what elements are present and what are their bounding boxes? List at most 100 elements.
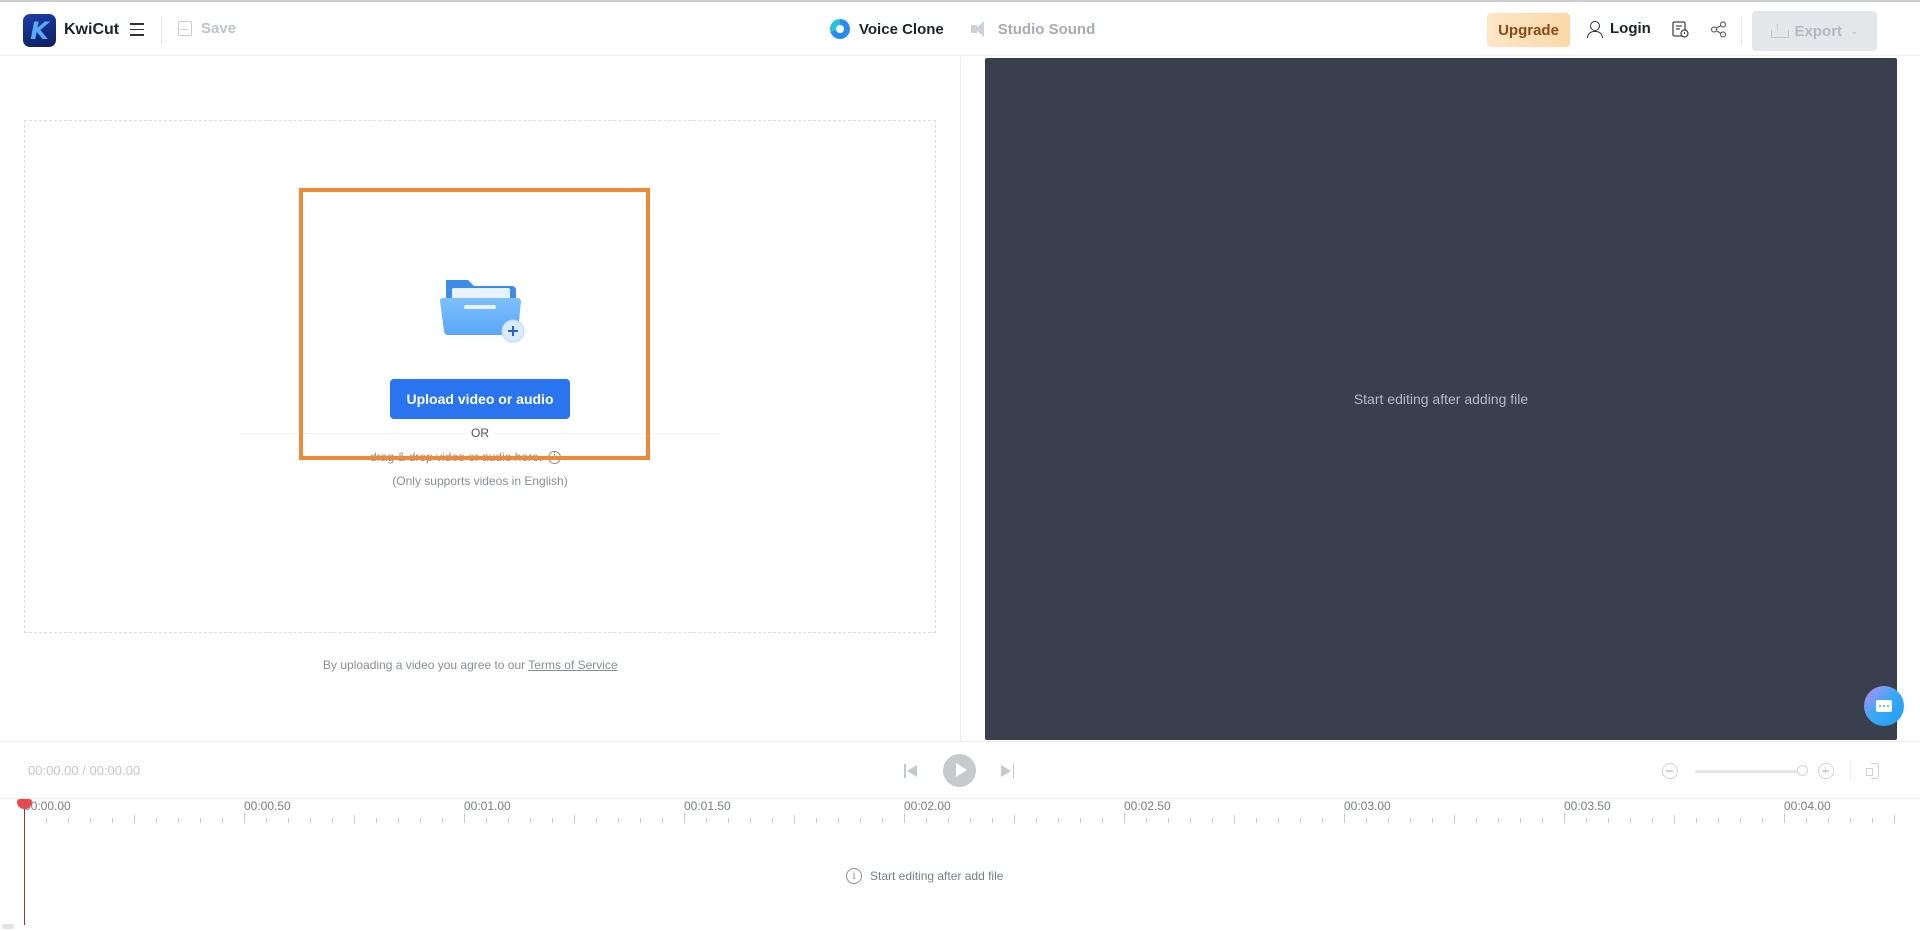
ruler-tick xyxy=(1520,818,1521,823)
export-label: Export xyxy=(1794,22,1843,40)
chat-support-button[interactable] xyxy=(1864,686,1904,726)
ruler-tick xyxy=(552,818,553,823)
ruler-tick xyxy=(398,818,399,823)
divider xyxy=(1850,760,1851,782)
ruler-label: 00:03.50 xyxy=(1564,799,1611,813)
ruler-tick xyxy=(1366,818,1367,823)
ruler-tick xyxy=(728,818,729,823)
ruler-tick xyxy=(1256,818,1257,823)
ruler-tick xyxy=(1784,813,1785,823)
time-display: 00:00.00 / 00:00.00 xyxy=(28,763,140,778)
ruler-label: 00:02.00 xyxy=(904,799,951,813)
ruler-tick xyxy=(838,818,839,823)
ruler-tick xyxy=(1388,818,1389,823)
ruler-tick xyxy=(178,818,179,823)
play-button[interactable] xyxy=(943,754,976,787)
ruler-tick xyxy=(1608,818,1609,823)
video-preview: Start editing after adding file xyxy=(985,58,1897,740)
ruler-tick xyxy=(860,818,861,823)
zoom-out-icon[interactable] xyxy=(1662,763,1678,779)
ruler-tick xyxy=(486,818,487,823)
ruler-tick xyxy=(1278,818,1279,823)
hamburger-menu-icon[interactable] xyxy=(130,23,144,36)
ruler-label: 00:01.50 xyxy=(684,799,731,813)
ruler-tick xyxy=(1696,818,1697,823)
ruler-tick xyxy=(948,818,949,823)
info-icon: i xyxy=(846,868,862,884)
ruler-tick xyxy=(1806,818,1807,823)
skip-back-icon[interactable] xyxy=(904,764,918,778)
ruler-label: 00:03.00 xyxy=(1344,799,1391,813)
ruler-tick xyxy=(618,818,619,823)
ruler-tick xyxy=(310,818,311,823)
history-icon[interactable] xyxy=(1672,21,1689,38)
ruler-tick xyxy=(376,818,377,823)
skip-forward-icon[interactable] xyxy=(1000,764,1014,778)
ruler-tick xyxy=(706,818,707,823)
zoom-slider[interactable] xyxy=(1695,770,1805,773)
ruler-tick xyxy=(1300,818,1301,823)
ruler-tick xyxy=(332,818,333,823)
tab-studio-sound[interactable]: Studio Sound xyxy=(970,20,1096,38)
user-icon xyxy=(1587,20,1603,38)
ruler-tick xyxy=(1498,818,1499,823)
ruler-tick xyxy=(508,818,509,823)
tab-label: Voice Clone xyxy=(859,20,944,38)
logo-letter: K xyxy=(30,16,49,45)
tab-voice-clone[interactable]: Voice Clone xyxy=(830,19,944,39)
current-time: 00:00.00 xyxy=(28,763,79,778)
speaker-icon xyxy=(970,20,989,38)
kwicut-logo[interactable]: K xyxy=(23,14,56,47)
playhead-line xyxy=(24,803,25,925)
ruler-tick xyxy=(1872,818,1873,823)
ruler-tick xyxy=(112,818,113,823)
timeline-scrollbar[interactable] xyxy=(2,924,14,929)
ruler-tick xyxy=(530,818,531,823)
ruler-tick xyxy=(1322,818,1323,823)
ruler-tick xyxy=(420,818,421,823)
save-label: Save xyxy=(201,20,237,37)
ruler-tick xyxy=(200,818,201,823)
ruler-tick xyxy=(90,818,91,823)
upgrade-button[interactable]: Upgrade xyxy=(1487,13,1570,47)
timeline-empty-text: Start editing after add file xyxy=(870,869,1004,883)
zoom-in-icon[interactable] xyxy=(1818,763,1834,779)
export-icon xyxy=(1770,19,1789,38)
volume-icon[interactable] xyxy=(1866,763,1884,779)
ruler-tick xyxy=(772,818,773,823)
ruler-tick xyxy=(794,815,795,823)
top-bar: K KwiCut Save Voice Clone Studio Sound U… xyxy=(0,2,1920,56)
pane-divider[interactable] xyxy=(960,57,961,741)
ruler-tick xyxy=(1740,818,1741,823)
ruler-tick xyxy=(1630,818,1631,823)
export-button[interactable]: Export ⌄ xyxy=(1752,11,1877,51)
highlight-box xyxy=(299,188,650,460)
login-label: Login xyxy=(1610,20,1651,37)
ruler-tick xyxy=(1454,815,1455,823)
save-button[interactable]: Save xyxy=(178,20,236,37)
ruler-tick xyxy=(1542,818,1543,823)
ruler-tick xyxy=(1058,818,1059,823)
ruler-tick xyxy=(1850,818,1851,823)
ruler-tick xyxy=(354,815,355,823)
terms-prefix: By uploading a video you agree to our xyxy=(323,658,526,672)
timeline[interactable]: 00:00.00 00:00.50 00:01.00 00:01.50 00:02.00… xyxy=(0,799,1920,931)
zoom-slider-thumb[interactable] xyxy=(1797,765,1808,776)
divider xyxy=(1741,16,1742,44)
login-button[interactable]: Login xyxy=(1587,20,1651,38)
tab-label: Studio Sound xyxy=(997,20,1096,38)
share-icon[interactable] xyxy=(1710,21,1727,38)
ruler-tick xyxy=(1014,815,1015,823)
ruler-tick xyxy=(1410,818,1411,823)
ruler-label: 00:01.00 xyxy=(464,799,511,813)
ruler-tick xyxy=(904,813,905,823)
ruler-tick xyxy=(970,818,971,823)
ruler-tick xyxy=(750,818,751,823)
chat-icon xyxy=(1876,700,1892,712)
ruler-tick xyxy=(1146,818,1147,823)
ruler-tick xyxy=(1564,813,1565,823)
ruler-tick xyxy=(816,818,817,823)
terms-of-service-link[interactable]: Terms of Service xyxy=(528,658,617,672)
ruler-tick xyxy=(1102,818,1103,823)
ruler-tick xyxy=(134,815,135,823)
